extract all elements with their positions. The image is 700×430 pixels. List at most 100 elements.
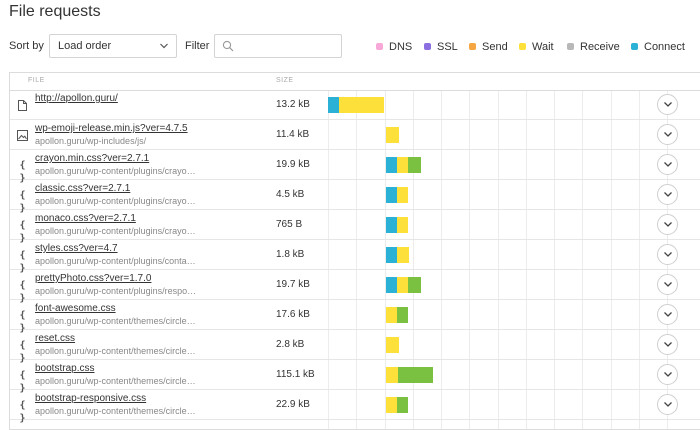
file-path: apollon.guru/wp-content/plugins/respo… bbox=[35, 286, 197, 296]
file-link[interactable]: bootstrap-responsive.css bbox=[35, 393, 146, 404]
legend-item-dns: DNS bbox=[376, 41, 412, 53]
expand-row-button[interactable] bbox=[657, 244, 678, 265]
file-link[interactable]: http://apollon.guru/ bbox=[35, 93, 118, 104]
expand-row-button[interactable] bbox=[657, 394, 678, 415]
braces-icon: { } bbox=[19, 370, 26, 394]
timing-bar-connect bbox=[385, 187, 397, 203]
timing-bar-wait bbox=[385, 367, 399, 383]
image-icon bbox=[16, 129, 29, 142]
chevron-down-icon bbox=[664, 372, 672, 377]
braces-icon: { } bbox=[19, 220, 26, 244]
file-path: apollon.guru/wp-content/plugins/crayo… bbox=[35, 226, 196, 236]
expand-row-button[interactable] bbox=[657, 94, 678, 115]
chevron-down-icon bbox=[664, 132, 672, 137]
file-size: 115.1 kB bbox=[276, 369, 315, 380]
chevron-down-icon bbox=[664, 192, 672, 197]
legend-swatch bbox=[376, 43, 383, 50]
file-path: apollon.guru/wp-content/themes/circle… bbox=[35, 346, 196, 356]
file-path: apollon.guru/wp-includes/js/ bbox=[35, 136, 147, 146]
file-size: 2.8 kB bbox=[276, 339, 305, 350]
file-path: apollon.guru/wp-content/themes/circle… bbox=[35, 316, 196, 326]
chevron-down-icon bbox=[664, 252, 672, 257]
file-link[interactable]: crayon.min.css?ver=2.7.1 bbox=[35, 153, 149, 164]
timing-bar-wait bbox=[385, 307, 397, 323]
timing-bar-wait bbox=[396, 157, 409, 173]
file-path: apollon.guru/wp-content/themes/circle… bbox=[35, 406, 196, 416]
braces-icon: { } bbox=[19, 280, 26, 304]
braces-icon: { } bbox=[19, 190, 26, 214]
expand-row-button[interactable] bbox=[657, 214, 678, 235]
file-size: 13.2 kB bbox=[276, 99, 310, 110]
timing-bar-connect bbox=[385, 247, 397, 263]
expand-row-button[interactable] bbox=[657, 274, 678, 295]
file-size: 22.9 kB bbox=[276, 399, 310, 410]
table-row: { } bootstrap.css apollon.guru/wp-content/… bbox=[10, 360, 700, 394]
legend-label: Receive bbox=[580, 41, 620, 53]
timing-bar-wait bbox=[339, 97, 385, 113]
file-path: apollon.guru/wp-content/themes/circle… bbox=[35, 376, 196, 386]
file-link[interactable]: styles.css?ver=4.7 bbox=[35, 243, 118, 254]
chevron-down-icon bbox=[160, 43, 168, 49]
legend-item-send: Send bbox=[469, 41, 508, 53]
filter-input[interactable] bbox=[239, 37, 339, 57]
expand-row-button[interactable] bbox=[657, 124, 678, 145]
filter-field[interactable] bbox=[214, 34, 342, 58]
expand-row-button[interactable] bbox=[657, 154, 678, 175]
expand-row-button[interactable] bbox=[657, 334, 678, 355]
file-link[interactable]: bootstrap.css bbox=[35, 363, 94, 374]
braces-icon: { } bbox=[19, 310, 26, 334]
timing-bar-connect bbox=[385, 157, 397, 173]
timing-bar-wait bbox=[385, 127, 399, 143]
chevron-down-icon bbox=[664, 222, 672, 227]
file-size: 19.7 kB bbox=[276, 279, 310, 290]
timing-bar-wait bbox=[396, 187, 409, 203]
legend-swatch bbox=[424, 43, 431, 50]
legend-swatch bbox=[469, 43, 476, 50]
braces-icon: { } bbox=[19, 400, 26, 424]
filter-label: Filter bbox=[185, 40, 210, 52]
file-link[interactable]: reset.css bbox=[35, 333, 75, 344]
timing-bar-wait bbox=[385, 397, 397, 413]
legend-item-receive: Receive bbox=[567, 41, 620, 53]
file-link[interactable]: wp-emoji-release.min.js?ver=4.7.5 bbox=[35, 123, 188, 134]
timing-bar-wait bbox=[396, 247, 410, 263]
sort-by-label: Sort by bbox=[9, 40, 44, 52]
document-icon bbox=[16, 99, 29, 112]
file-size: 765 B bbox=[276, 219, 303, 230]
timing-bar-receive bbox=[396, 307, 409, 323]
expand-row-button[interactable] bbox=[657, 304, 678, 325]
timing-bar-connect bbox=[385, 217, 397, 233]
page-title: File requests bbox=[9, 3, 101, 20]
file-link[interactable]: monaco.css?ver=2.7.1 bbox=[35, 213, 136, 224]
column-header-file: FILE bbox=[28, 77, 45, 84]
legend-swatch bbox=[631, 43, 638, 50]
legend-item-ssl: SSL bbox=[424, 41, 458, 53]
file-requests-table: 0.0s1.0s2.0s3.0s4.0s5.0s FILE SIZE http:… bbox=[9, 72, 700, 430]
table-row: wp-emoji-release.min.js?ver=4.7.5 apollon… bbox=[10, 120, 700, 150]
chevron-down-icon bbox=[664, 312, 672, 317]
timing-bar-connect bbox=[385, 277, 397, 293]
file-size: 11.4 kB bbox=[276, 129, 310, 140]
timing-bar-wait bbox=[396, 217, 409, 233]
braces-icon: { } bbox=[19, 250, 26, 274]
expand-row-button[interactable] bbox=[657, 184, 678, 205]
search-icon bbox=[222, 40, 234, 52]
sort-select[interactable]: Load order bbox=[49, 34, 177, 58]
file-link[interactable]: prettyPhoto.css?ver=1.7.0 bbox=[35, 273, 151, 284]
table-row: { } font-awesome.css apollon.guru/wp-conte… bbox=[10, 300, 700, 334]
file-link[interactable]: classic.css?ver=2.7.1 bbox=[35, 183, 130, 194]
table-row: { } styles.css?ver=4.7 apollon.guru/wp-con… bbox=[10, 240, 700, 274]
legend-item-wait: Wait bbox=[519, 41, 554, 53]
legend-label: Send bbox=[482, 41, 508, 53]
table-row bbox=[10, 420, 700, 429]
expand-row-button[interactable] bbox=[657, 364, 678, 385]
file-path: apollon.guru/wp-content/plugins/crayo… bbox=[35, 196, 196, 206]
table-row: { } bootstrap-responsive.css apollon.guru/… bbox=[10, 390, 700, 424]
timing-bar-connect bbox=[328, 97, 340, 113]
file-size: 17.6 kB bbox=[276, 309, 310, 320]
timing-bar-wait bbox=[385, 337, 400, 353]
column-header-size: SIZE bbox=[276, 77, 294, 84]
table-row: http://apollon.guru/13.2 kB bbox=[10, 90, 700, 120]
file-size: 19.9 kB bbox=[276, 159, 310, 170]
file-link[interactable]: font-awesome.css bbox=[35, 303, 116, 314]
